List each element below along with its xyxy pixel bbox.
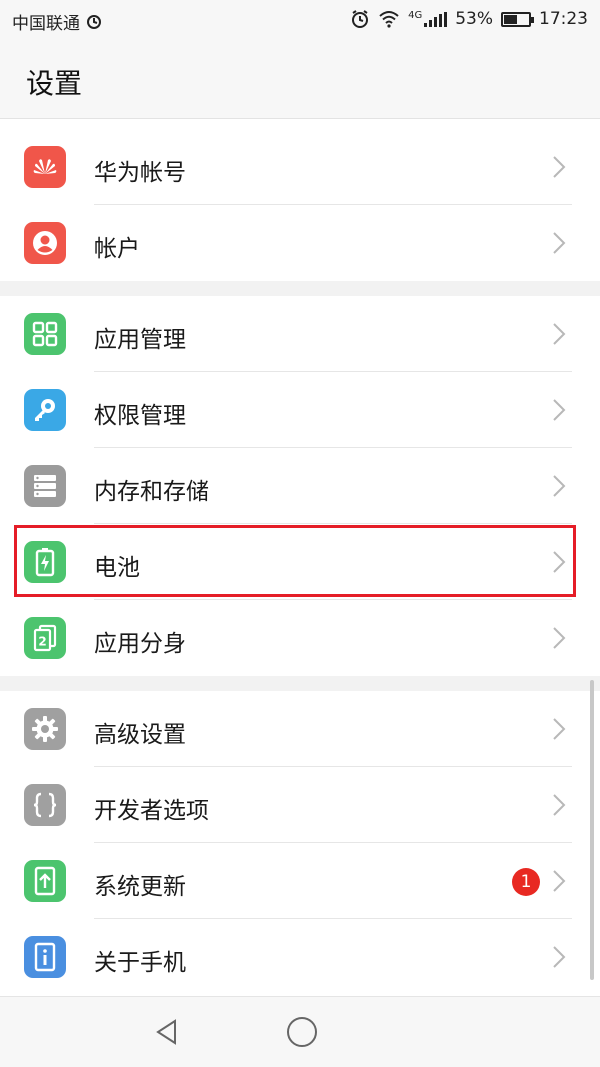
page-title: 设置 bbox=[26, 67, 83, 100]
settings-item-accounts[interactable]: 帐户 bbox=[0, 205, 600, 281]
chevron-right-icon bbox=[553, 323, 566, 345]
settings-item-storage[interactable]: 内存和存储 bbox=[0, 448, 600, 524]
wifi-icon bbox=[379, 11, 399, 28]
huawei-logo-icon bbox=[24, 146, 66, 188]
settings-item-label: 电池 bbox=[94, 555, 140, 581]
settings-list[interactable]: 华为帐号 帐户 应用管理 权限管理 内存和存储 电池 2 应用分身 高级设置 开… bbox=[0, 119, 600, 996]
battery-percent: 53% bbox=[455, 9, 493, 29]
status-right: 4G 53% 17:23 bbox=[350, 9, 588, 29]
chevron-right-icon bbox=[553, 870, 566, 892]
settings-item-app-management[interactable]: 应用管理 bbox=[0, 296, 600, 372]
app-twin-icon: 2 bbox=[24, 617, 66, 659]
key-icon bbox=[24, 389, 66, 431]
back-icon[interactable] bbox=[155, 1019, 179, 1045]
settings-item-label: 华为帐号 bbox=[94, 160, 186, 186]
person-icon bbox=[24, 222, 66, 264]
chevron-right-icon bbox=[553, 551, 566, 573]
settings-item-label: 帐户 bbox=[94, 236, 140, 262]
settings-item-permissions[interactable]: 权限管理 bbox=[0, 372, 600, 448]
chevron-right-icon bbox=[553, 232, 566, 254]
app-header: 设置 bbox=[0, 40, 600, 119]
settings-item-advanced[interactable]: 高级设置 bbox=[0, 691, 600, 767]
settings-item-label: 内存和存储 bbox=[94, 479, 209, 505]
group-separator bbox=[0, 676, 600, 691]
settings-item-label: 关于手机 bbox=[94, 950, 186, 976]
top-spacer bbox=[0, 119, 600, 129]
settings-item-label: 系统更新 bbox=[94, 874, 186, 900]
braces-icon bbox=[24, 784, 66, 826]
settings-item-label: 权限管理 bbox=[94, 403, 186, 429]
status-left: 中国联通 bbox=[12, 9, 102, 34]
network-type: 4G bbox=[408, 9, 423, 21]
settings-item-app-twin[interactable]: 2 应用分身 bbox=[0, 600, 600, 676]
home-icon[interactable] bbox=[287, 1017, 317, 1047]
navigation-bar bbox=[0, 996, 600, 1067]
battery-status-icon bbox=[501, 11, 534, 27]
chevron-right-icon bbox=[553, 627, 566, 649]
battery-fill bbox=[504, 14, 517, 24]
signal-icon bbox=[424, 11, 448, 27]
settings-item-label: 开发者选项 bbox=[94, 798, 209, 824]
scrollbar[interactable] bbox=[590, 680, 594, 980]
group-separator bbox=[0, 281, 600, 296]
info-icon bbox=[24, 936, 66, 978]
chevron-right-icon bbox=[553, 794, 566, 816]
grid-icon bbox=[24, 313, 66, 355]
settings-item-about-phone[interactable]: 关于手机 bbox=[0, 919, 600, 995]
svg-text:2: 2 bbox=[38, 635, 46, 649]
chevron-right-icon bbox=[553, 156, 566, 178]
settings-item-label: 应用管理 bbox=[94, 327, 186, 353]
chevron-right-icon bbox=[553, 399, 566, 421]
hd-voice-icon bbox=[87, 14, 101, 29]
status-bar: 中国联通 4G 53% 17:23 bbox=[0, 0, 600, 40]
alarm-icon bbox=[352, 10, 369, 28]
clock: 17:23 bbox=[539, 9, 588, 29]
settings-item-huawei-account[interactable]: 华为帐号 bbox=[0, 129, 600, 205]
chevron-right-icon bbox=[553, 718, 566, 740]
gear-icon bbox=[24, 708, 66, 750]
carrier-name: 中国联通 bbox=[12, 14, 80, 34]
chevron-right-icon bbox=[553, 475, 566, 497]
settings-item-battery[interactable]: 电池 bbox=[0, 524, 600, 600]
settings-item-developer[interactable]: 开发者选项 bbox=[0, 767, 600, 843]
notification-badge: 1 bbox=[512, 868, 540, 896]
settings-item-system-update[interactable]: 系统更新 1 bbox=[0, 843, 600, 919]
chevron-right-icon bbox=[553, 946, 566, 968]
battery-icon bbox=[24, 541, 66, 583]
settings-item-label: 高级设置 bbox=[94, 722, 186, 748]
upload-icon bbox=[24, 860, 66, 902]
settings-item-label: 应用分身 bbox=[94, 631, 186, 657]
storage-icon bbox=[24, 465, 66, 507]
